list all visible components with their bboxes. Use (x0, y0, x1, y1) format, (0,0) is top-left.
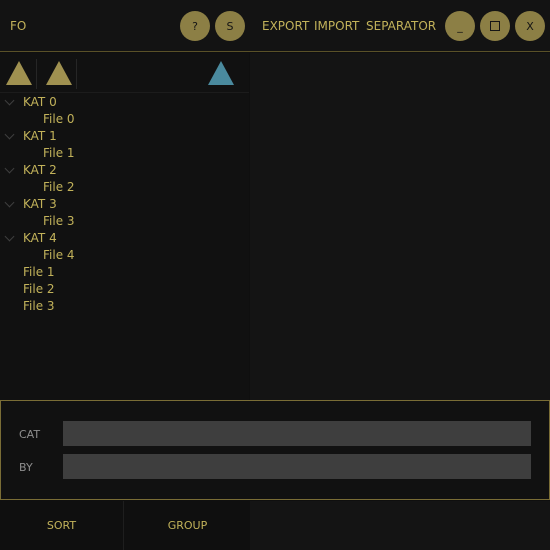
tree-item-file[interactable]: File 2 (0, 179, 249, 196)
sort-up-button[interactable] (3, 55, 37, 91)
tree-item-kat-1[interactable]: KAT 1 (0, 128, 249, 145)
by-label: BY (19, 461, 33, 474)
tree-item-label: KAT 1 (23, 129, 57, 143)
triangle-up-icon (208, 61, 234, 85)
file-tree: KAT 0 File 0 KAT 1 File 1 KAT 2 File 2 K… (0, 94, 249, 315)
collapse-button[interactable] (205, 55, 237, 91)
tree-item-root-file[interactable]: File 1 (0, 264, 249, 281)
tree-item-label: File 1 (43, 146, 75, 160)
title-bar: FO ? S EXPORT IMPORT SEPARATOR _ X (0, 0, 550, 52)
triangle-up-icon (6, 61, 32, 85)
chevron-down-icon[interactable] (4, 231, 15, 242)
tree-item-label: File 0 (43, 112, 75, 126)
sort-button[interactable]: SORT (0, 501, 124, 550)
minimize-button[interactable]: _ (445, 11, 475, 41)
tree-item-kat-0[interactable]: KAT 0 (0, 94, 249, 111)
tree-item-kat-2[interactable]: KAT 2 (0, 162, 249, 179)
by-input[interactable] (63, 454, 531, 479)
footer-spacer (250, 501, 550, 550)
tree-item-label: File 3 (43, 214, 75, 228)
tree-item-kat-4[interactable]: KAT 4 (0, 230, 249, 247)
import-menu[interactable]: IMPORT (314, 19, 359, 33)
chevron-down-icon[interactable] (4, 197, 15, 208)
tree-item-file[interactable]: File 4 (0, 247, 249, 264)
content-panel (250, 53, 550, 400)
tree-item-root-file[interactable]: File 2 (0, 281, 249, 298)
toolbar-separator (76, 59, 77, 89)
maximize-button[interactable] (480, 11, 510, 41)
chevron-down-icon[interactable] (4, 163, 15, 174)
export-menu[interactable]: EXPORT (262, 19, 309, 33)
maximize-icon (490, 21, 500, 31)
tree-item-label: File 2 (43, 180, 75, 194)
cat-label: CAT (19, 428, 41, 441)
tree-item-label: KAT 2 (23, 163, 57, 177)
tree-item-label: File 1 (23, 265, 55, 279)
group-button[interactable]: GROUP (125, 501, 250, 550)
toolbar-separator (36, 59, 37, 89)
s-button[interactable]: S (215, 11, 245, 41)
help-button[interactable]: ? (180, 11, 210, 41)
tree-item-kat-3[interactable]: KAT 3 (0, 196, 249, 213)
tree-item-label: File 2 (23, 282, 55, 296)
tree-item-file[interactable]: File 0 (0, 111, 249, 128)
separator-menu[interactable]: SEPARATOR (366, 19, 436, 33)
cat-input[interactable] (63, 421, 531, 446)
tree-item-label: KAT 3 (23, 197, 57, 211)
tree-item-label: KAT 0 (23, 95, 57, 109)
tree-item-label: KAT 4 (23, 231, 57, 245)
chevron-down-icon[interactable] (4, 129, 15, 140)
tree-item-root-file[interactable]: File 3 (0, 298, 249, 315)
tree-item-label: File 4 (43, 248, 75, 262)
tree-item-file[interactable]: File 1 (0, 145, 249, 162)
app-title: FO (10, 19, 27, 33)
close-button[interactable]: X (515, 11, 545, 41)
triangle-up-icon (46, 61, 72, 85)
tree-item-label: File 3 (23, 299, 55, 313)
chevron-down-icon[interactable] (4, 95, 15, 106)
tree-panel: KAT 0 File 0 KAT 1 File 1 KAT 2 File 2 K… (0, 53, 249, 400)
move-up-button[interactable] (43, 55, 77, 91)
tree-toolbar (0, 53, 249, 93)
sort-group-form: CAT BY (0, 400, 550, 500)
tree-item-file[interactable]: File 3 (0, 213, 249, 230)
